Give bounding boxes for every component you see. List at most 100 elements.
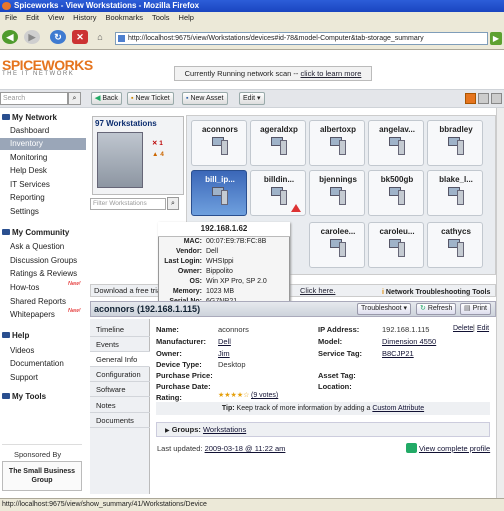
refresh-button[interactable]: ↻ Refresh	[416, 303, 457, 315]
sidebar-heading-my-network[interactable]: My Network	[2, 113, 57, 122]
field-value-owner[interactable]: Jim	[218, 349, 230, 358]
sidebar-item-settings[interactable]: Settings	[10, 207, 39, 216]
menu-bookmarks[interactable]: Bookmarks	[106, 13, 144, 22]
troubleshoot-dropdown[interactable]: Troubleshoot ▾	[357, 303, 412, 315]
device-tile-bjennings[interactable]: bjennings	[309, 170, 365, 216]
sponsor-banner[interactable]: The Small Business Group	[2, 461, 82, 491]
workstation-icon	[97, 132, 143, 188]
edit-menu-button[interactable]: Edit ▾	[239, 92, 265, 105]
warning-count: ▲ 4	[152, 151, 164, 158]
tab-events[interactable]: Events	[90, 337, 150, 352]
custom-attribute-link[interactable]: Custom Attribute	[372, 405, 424, 412]
sidebar-divider	[2, 444, 82, 445]
menu-help[interactable]: Help	[179, 13, 194, 22]
sidebar-item-reporting[interactable]: Reporting	[10, 193, 45, 202]
device-tile-bbradley[interactable]: bbradley	[427, 120, 483, 166]
window-titlebar: Spiceworks - View Workstations - Mozilla…	[0, 0, 504, 12]
sidebar-item-it-services[interactable]: IT Services	[10, 180, 50, 189]
device-tile-caroleu[interactable]: caroleu...	[368, 222, 424, 268]
network-troubleshooting-link[interactable]: i Network Troubleshooting Tools	[382, 289, 490, 296]
menu-view[interactable]: View	[48, 13, 64, 22]
scan-learn-more-link[interactable]: click to learn more	[301, 69, 362, 78]
view-complete-profile-link[interactable]: View complete profile	[419, 444, 490, 453]
firefox-icon	[2, 2, 11, 10]
sidebar-item-whitepapers[interactable]: Whitepapers	[10, 310, 55, 319]
tab-configuration[interactable]: Configuration	[90, 367, 150, 382]
menu-edit[interactable]: Edit	[26, 13, 39, 22]
url-bar[interactable]: http://localhost:9675/view/Workstations/…	[115, 32, 488, 45]
device-tile-cathycs[interactable]: cathycs	[427, 222, 483, 268]
search-input[interactable]: Search	[0, 92, 68, 105]
tab-notes[interactable]: Notes	[90, 398, 150, 413]
sidebar-item-discussion-groups[interactable]: Discussion Groups	[10, 256, 77, 265]
device-tile-blake[interactable]: blake_l...	[427, 170, 483, 216]
sidebar-item-dashboard[interactable]: Dashboard	[10, 126, 49, 135]
sidebar-item-ratings-reviews[interactable]: Ratings & Reviews	[10, 269, 77, 278]
device-tile-angelav[interactable]: angelav...	[368, 120, 424, 166]
new-asset-label: New Asset	[190, 95, 224, 102]
field-label-asset-tag: Asset Tag:	[318, 371, 356, 380]
field-value-manufacturer[interactable]: Dell	[218, 337, 231, 346]
menu-file[interactable]: File	[5, 13, 17, 22]
sidebar-item-how-tos[interactable]: How-tos	[10, 283, 39, 292]
detail-view-icon[interactable]	[491, 93, 502, 104]
print-button[interactable]: ▤ Print	[460, 303, 491, 315]
sidebar-item-ask-question[interactable]: Ask a Question	[10, 242, 64, 251]
device-tile-ageraldxp[interactable]: ageraldxp	[250, 120, 306, 166]
tab-timeline[interactable]: Timeline	[90, 322, 150, 337]
field-value-model[interactable]: Dimension 4550	[382, 337, 436, 346]
edit-link[interactable]: Edit	[477, 325, 489, 332]
rating-votes-link[interactable]: (9 votes)	[251, 392, 278, 399]
device-tile-carolee[interactable]: carolee...	[309, 222, 365, 268]
device-tile-bk500gb[interactable]: bk500gb	[368, 170, 424, 216]
sidebar-heading-help[interactable]: Help	[2, 331, 29, 340]
reload-icon[interactable]: ↻	[50, 30, 66, 44]
tab-software[interactable]: Software	[90, 382, 150, 397]
tab-general-info[interactable]: General Info	[90, 352, 150, 367]
sidebar-item-help-desk[interactable]: Help Desk	[10, 166, 47, 175]
sidebar-item-videos[interactable]: Videos	[10, 346, 34, 355]
field-label-name: Name:	[156, 325, 179, 334]
sidebar-heading-my-community[interactable]: My Community	[2, 228, 69, 237]
tab-documents[interactable]: Documents	[90, 413, 150, 428]
logo-tagline: THE IT NETWORK	[2, 71, 75, 77]
field-value-service-tag[interactable]: B8CJP21	[382, 349, 414, 358]
list-view-icon[interactable]	[478, 93, 489, 104]
filter-workstations-input[interactable]: Filter Workstations	[90, 198, 166, 210]
menu-history[interactable]: History	[73, 13, 96, 22]
vertical-scrollbar[interactable]	[496, 108, 504, 498]
menu-tools[interactable]: Tools	[152, 13, 170, 22]
field-label-location: Location:	[318, 382, 352, 391]
grid-view-icon[interactable]	[465, 93, 476, 104]
sidebar-item-support[interactable]: Support	[10, 373, 38, 382]
forward-arrow-icon[interactable]: ▶	[24, 30, 40, 44]
filter-search-icon[interactable]: ⌕	[167, 197, 179, 210]
back-arrow-icon[interactable]: ◀	[2, 30, 18, 44]
sidebar-item-inventory[interactable]: Inventory	[0, 138, 86, 150]
sidebar-heading-my-tools[interactable]: My Tools	[2, 392, 46, 401]
back-button[interactable]: ◀ Back	[91, 92, 122, 105]
search-icon[interactable]: ⌕	[68, 92, 81, 105]
new-asset-button[interactable]: ▪ New Asset	[182, 92, 228, 105]
device-tile-bill-ip[interactable]: bill_ip...	[191, 170, 247, 216]
home-icon[interactable]: ⌂	[92, 30, 108, 44]
go-icon[interactable]: ▶	[490, 32, 502, 45]
rating-stars[interactable]: ★★★★☆	[218, 391, 249, 399]
device-tile-aconnors[interactable]: aconnors	[191, 120, 247, 166]
sidebar-item-shared-reports[interactable]: Shared Reports	[10, 297, 66, 306]
url-text: http://localhost:9675/view/Workstations/…	[128, 35, 424, 42]
computer-icon	[330, 137, 346, 157]
groups-bar[interactable]: ▶ Groups: Workstations	[156, 422, 490, 437]
stop-icon[interactable]: ✕	[72, 30, 88, 44]
sidebar-item-monitoring[interactable]: Monitoring	[10, 153, 47, 162]
groups-value-link[interactable]: Workstations	[203, 425, 246, 434]
delete-link[interactable]: Delete	[453, 325, 473, 332]
new-ticket-button[interactable]: ▪ New Ticket	[127, 92, 174, 105]
field-value-ip: 192.168.1.115	[382, 325, 430, 334]
sponsored-by-label: Sponsored By	[14, 450, 62, 459]
download-link[interactable]: Click here.	[300, 285, 335, 296]
device-tile-billdin[interactable]: billdin...	[250, 170, 306, 216]
device-tile-albertoxp[interactable]: albertoxp	[309, 120, 365, 166]
sidebar-item-documentation[interactable]: Documentation	[10, 359, 64, 368]
profile-arrow-icon	[406, 443, 417, 453]
